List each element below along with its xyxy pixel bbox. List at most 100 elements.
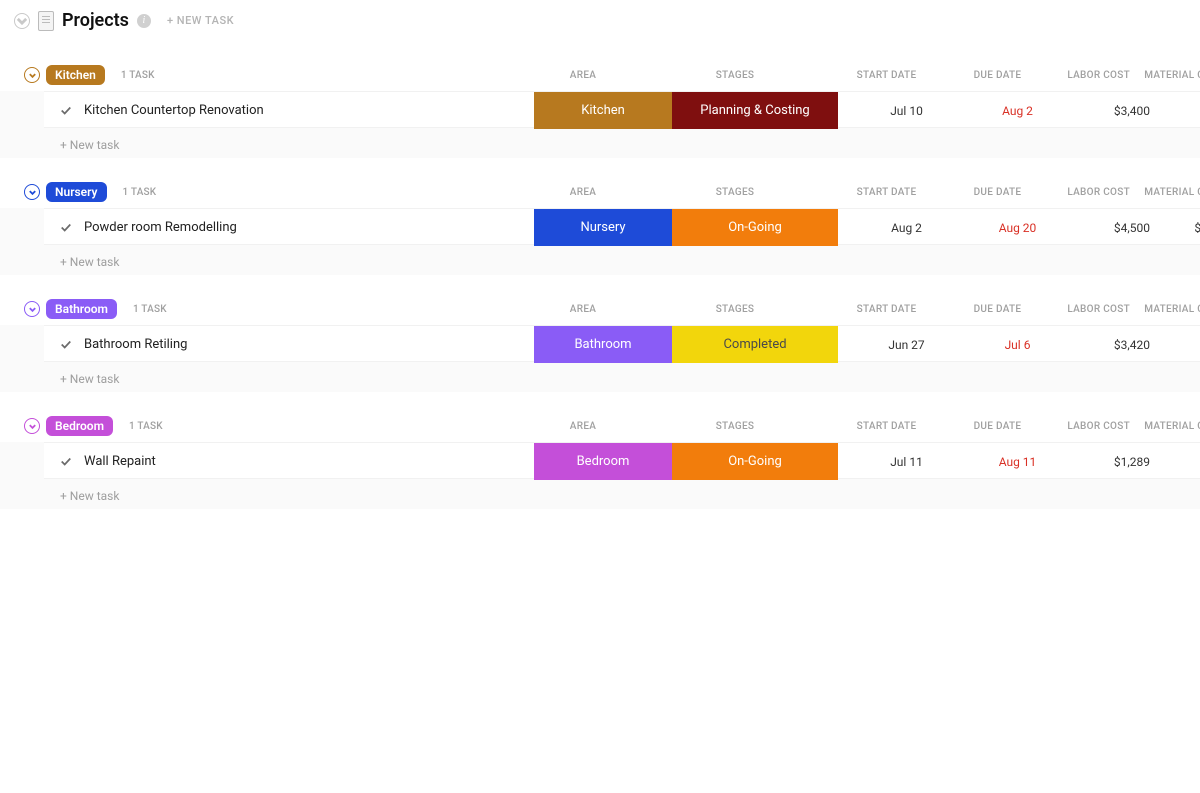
task-count: 1 TASK [121,70,155,81]
task-title-cell: Bathroom Retiling [44,337,534,352]
stage-tag[interactable]: On-Going [672,209,838,246]
group-toggle-icon[interactable] [24,301,40,317]
group-nursery: Nursery 1 TASK AREASTAGESSTART DATEDUE DAT… [0,180,1200,275]
group-badge[interactable]: Bedroom [46,416,113,436]
due-date-cell[interactable]: Aug 11 [975,455,1060,469]
new-task-button[interactable]: + New task [44,128,1200,152]
task-count: 1 TASK [133,304,167,315]
group-toggle-icon[interactable] [24,418,40,434]
column-header-labor_cost[interactable]: LABOR COST [1040,70,1130,81]
start-date-cell[interactable]: Jul 11 [838,455,975,469]
start-date-cell[interactable]: Aug 2 [838,221,975,235]
group-badge[interactable]: Bathroom [46,299,117,319]
column-header-start_date[interactable]: START DATE [818,421,955,432]
column-header-stages[interactable]: STAGES [652,421,818,432]
task-name: Kitchen Countertop Renovation [84,103,264,118]
column-header-stages[interactable]: STAGES [652,70,818,81]
column-header-labor_cost[interactable]: LABOR COST [1040,421,1130,432]
material-cost-cell[interactable]: $4,200 [1150,455,1200,469]
task-name: Bathroom Retiling [84,337,187,352]
column-header-stages[interactable]: STAGES [652,304,818,315]
column-header-material_cost[interactable]: MATERIAL COST [1130,187,1200,198]
group-header: Kitchen 1 TASK AREASTAGESSTART DATEDUE DAT… [0,63,1200,87]
labor-cost-cell[interactable]: $3,400 [1060,104,1150,118]
group-header-left: Bathroom 1 TASK [24,299,514,319]
due-date-cell[interactable]: Jul 6 [975,338,1060,352]
column-header-start_date[interactable]: START DATE [818,304,955,315]
labor-cost-cell[interactable]: $3,420 [1060,338,1150,352]
group-header: Bedroom 1 TASK AREASTAGESSTART DATEDUE DAT… [0,414,1200,438]
stage-tag[interactable]: Planning & Costing [672,92,838,129]
column-header-labor_cost[interactable]: LABOR COST [1040,187,1130,198]
material-cost-cell[interactable]: $5,595 [1150,104,1200,118]
group-body: Powder room RemodellingNurseryOn-GoingAu… [0,208,1200,275]
labor-cost-cell[interactable]: $1,289 [1060,455,1150,469]
column-header-due_date[interactable]: DUE DATE [955,304,1040,315]
new-task-button[interactable]: + New task [44,479,1200,503]
due-date-cell[interactable]: Aug 2 [975,104,1060,118]
column-header-due_date[interactable]: DUE DATE [955,187,1040,198]
group-header: Nursery 1 TASK AREASTAGESSTART DATEDUE DAT… [0,180,1200,204]
column-header-start_date[interactable]: START DATE [818,187,955,198]
check-icon[interactable] [60,339,72,351]
task-row[interactable]: Wall RepaintBedroomOn-GoingJul 11Aug 11$… [44,442,1200,479]
area-tag[interactable]: Kitchen [534,92,672,129]
column-header-material_cost[interactable]: MATERIAL COST [1130,70,1200,81]
column-header-material_cost[interactable]: MATERIAL COST [1130,421,1200,432]
column-header-labor_cost[interactable]: LABOR COST [1040,304,1130,315]
task-count: 1 TASK [123,187,157,198]
column-header-area[interactable]: AREA [514,187,652,198]
task-row[interactable]: Bathroom Retiling BathroomCompletedJun 27… [44,325,1200,362]
group-body: Wall RepaintBedroomOn-GoingJul 11Aug 11$… [0,442,1200,509]
labor-cost-cell[interactable]: $4,500 [1060,221,1150,235]
column-header-area[interactable]: AREA [514,421,652,432]
page-title: Projects [62,10,129,31]
group-header: Bathroom 1 TASK AREASTAGESSTART DATEDUE DA… [0,297,1200,321]
group-kitchen: Kitchen 1 TASK AREASTAGESSTART DATEDUE DAT… [0,63,1200,158]
info-icon[interactable]: i [137,14,151,28]
area-tag[interactable]: Bathroom [534,326,672,363]
check-icon[interactable] [60,222,72,234]
column-header-start_date[interactable]: START DATE [818,70,955,81]
group-toggle-icon[interactable] [24,67,40,83]
column-header-area[interactable]: AREA [514,304,652,315]
due-date-cell[interactable]: Aug 20 [975,221,1060,235]
list-header: Projects i + NEW TASK [0,0,1200,41]
stage-tag[interactable]: On-Going [672,443,838,480]
collapse-all-icon[interactable] [14,13,30,29]
check-icon[interactable] [60,456,72,468]
check-icon[interactable] [60,105,72,117]
column-header-area[interactable]: AREA [514,70,652,81]
new-task-button[interactable]: + New task [44,245,1200,269]
task-title-cell: Wall Repaint [44,454,534,469]
task-count: 1 TASK [129,421,163,432]
group-body: Kitchen Countertop Renovation KitchenPlan… [0,91,1200,158]
group-body: Bathroom Retiling BathroomCompletedJun 27… [0,325,1200,392]
task-row[interactable]: Powder room RemodellingNurseryOn-GoingAu… [44,208,1200,245]
start-date-cell[interactable]: Jun 27 [838,338,975,352]
document-icon [38,11,54,31]
material-cost-cell[interactable]: $456,456 [1150,221,1200,235]
new-task-header-button[interactable]: + NEW TASK [167,14,234,27]
column-header-material_cost[interactable]: MATERIAL COST [1130,304,1200,315]
group-header-left: Kitchen 1 TASK [24,65,514,85]
task-title-cell: Kitchen Countertop Renovation [44,103,534,118]
material-cost-cell[interactable]: $982 [1150,338,1200,352]
column-header-stages[interactable]: STAGES [652,187,818,198]
column-header-due_date[interactable]: DUE DATE [955,70,1040,81]
group-badge[interactable]: Nursery [46,182,107,202]
group-badge[interactable]: Kitchen [46,65,105,85]
group-bathroom: Bathroom 1 TASK AREASTAGESSTART DATEDUE DA… [0,297,1200,392]
area-tag[interactable]: Bedroom [534,443,672,480]
new-task-button[interactable]: + New task [44,362,1200,386]
start-date-cell[interactable]: Jul 10 [838,104,975,118]
task-title-cell: Powder room Remodelling [44,220,534,235]
task-row[interactable]: Kitchen Countertop Renovation KitchenPlan… [44,91,1200,128]
column-header-due_date[interactable]: DUE DATE [955,421,1040,432]
stage-tag[interactable]: Completed [672,326,838,363]
group-toggle-icon[interactable] [24,184,40,200]
area-tag[interactable]: Nursery [534,209,672,246]
group-bedroom: Bedroom 1 TASK AREASTAGESSTART DATEDUE DAT… [0,414,1200,509]
group-header-left: Nursery 1 TASK [24,182,514,202]
task-name: Wall Repaint [84,454,156,469]
